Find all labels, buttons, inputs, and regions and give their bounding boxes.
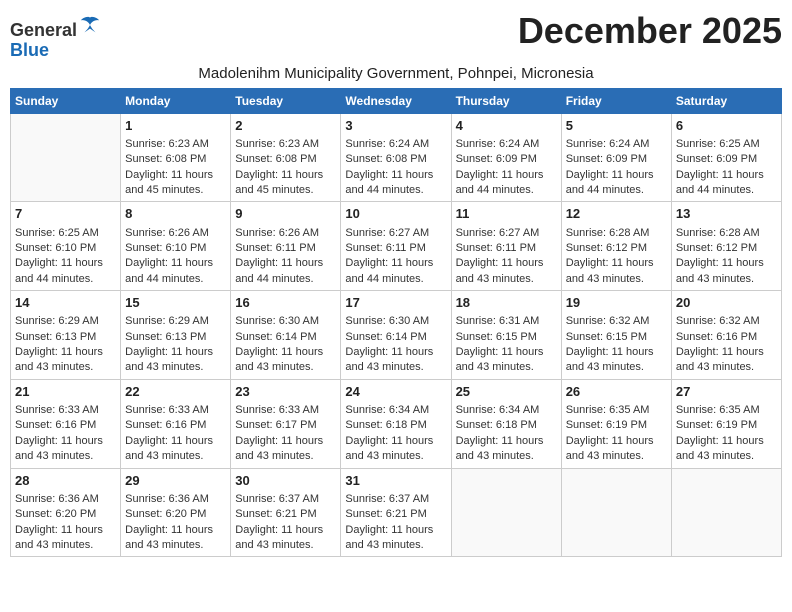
day-of-week-header: Thursday: [451, 88, 561, 113]
day-number: 1: [125, 117, 226, 135]
calendar-cell: 13Sunrise: 6:28 AMSunset: 6:12 PMDayligh…: [671, 202, 781, 291]
calendar-header-row: SundayMondayTuesdayWednesdayThursdayFrid…: [11, 88, 782, 113]
day-number: 24: [345, 383, 446, 401]
calendar-cell: 12Sunrise: 6:28 AMSunset: 6:12 PMDayligh…: [561, 202, 671, 291]
calendar-week-row: 28Sunrise: 6:36 AMSunset: 6:20 PMDayligh…: [11, 468, 782, 557]
day-number: 14: [15, 294, 116, 312]
calendar-cell: 25Sunrise: 6:34 AMSunset: 6:18 PMDayligh…: [451, 379, 561, 468]
day-number: 19: [566, 294, 667, 312]
calendar-cell: 15Sunrise: 6:29 AMSunset: 6:13 PMDayligh…: [121, 291, 231, 380]
day-number: 23: [235, 383, 336, 401]
day-of-week-header: Friday: [561, 88, 671, 113]
calendar-cell: 4Sunrise: 6:24 AMSunset: 6:09 PMDaylight…: [451, 113, 561, 202]
day-number: 27: [676, 383, 777, 401]
day-number: 12: [566, 205, 667, 223]
day-number: 2: [235, 117, 336, 135]
day-of-week-header: Tuesday: [231, 88, 341, 113]
calendar-cell: 7Sunrise: 6:25 AMSunset: 6:10 PMDaylight…: [11, 202, 121, 291]
day-number: 30: [235, 472, 336, 490]
day-number: 15: [125, 294, 226, 312]
calendar-week-row: 14Sunrise: 6:29 AMSunset: 6:13 PMDayligh…: [11, 291, 782, 380]
day-number: 13: [676, 205, 777, 223]
logo-blue-text: Blue: [10, 40, 49, 60]
calendar-cell: 31Sunrise: 6:37 AMSunset: 6:21 PMDayligh…: [341, 468, 451, 557]
day-number: 21: [15, 383, 116, 401]
calendar-cell: [11, 113, 121, 202]
logo-bird-icon: [79, 14, 101, 36]
day-number: 28: [15, 472, 116, 490]
calendar-cell: 28Sunrise: 6:36 AMSunset: 6:20 PMDayligh…: [11, 468, 121, 557]
day-number: 3: [345, 117, 446, 135]
calendar-cell: 14Sunrise: 6:29 AMSunset: 6:13 PMDayligh…: [11, 291, 121, 380]
calendar-cell: 21Sunrise: 6:33 AMSunset: 6:16 PMDayligh…: [11, 379, 121, 468]
calendar-cell: [561, 468, 671, 557]
calendar-cell: 18Sunrise: 6:31 AMSunset: 6:15 PMDayligh…: [451, 291, 561, 380]
day-number: 26: [566, 383, 667, 401]
calendar-week-row: 7Sunrise: 6:25 AMSunset: 6:10 PMDaylight…: [11, 202, 782, 291]
calendar-cell: 10Sunrise: 6:27 AMSunset: 6:11 PMDayligh…: [341, 202, 451, 291]
day-of-week-header: Saturday: [671, 88, 781, 113]
calendar-cell: 19Sunrise: 6:32 AMSunset: 6:15 PMDayligh…: [561, 291, 671, 380]
calendar-cell: 20Sunrise: 6:32 AMSunset: 6:16 PMDayligh…: [671, 291, 781, 380]
day-number: 16: [235, 294, 336, 312]
calendar-cell: [671, 468, 781, 557]
calendar-cell: 17Sunrise: 6:30 AMSunset: 6:14 PMDayligh…: [341, 291, 451, 380]
day-number: 18: [456, 294, 557, 312]
calendar-cell: 3Sunrise: 6:24 AMSunset: 6:08 PMDaylight…: [341, 113, 451, 202]
calendar-cell: 26Sunrise: 6:35 AMSunset: 6:19 PMDayligh…: [561, 379, 671, 468]
page-header: General Blue December 2025: [10, 10, 782, 61]
day-number: 17: [345, 294, 446, 312]
day-number: 8: [125, 205, 226, 223]
day-of-week-header: Wednesday: [341, 88, 451, 113]
calendar-cell: 6Sunrise: 6:25 AMSunset: 6:09 PMDaylight…: [671, 113, 781, 202]
day-number: 5: [566, 117, 667, 135]
calendar-cell: 8Sunrise: 6:26 AMSunset: 6:10 PMDaylight…: [121, 202, 231, 291]
calendar-cell: [451, 468, 561, 557]
day-of-week-header: Sunday: [11, 88, 121, 113]
calendar-cell: 22Sunrise: 6:33 AMSunset: 6:16 PMDayligh…: [121, 379, 231, 468]
logo-general-text: General: [10, 20, 77, 40]
calendar-cell: 2Sunrise: 6:23 AMSunset: 6:08 PMDaylight…: [231, 113, 341, 202]
calendar-cell: 1Sunrise: 6:23 AMSunset: 6:08 PMDaylight…: [121, 113, 231, 202]
day-number: 31: [345, 472, 446, 490]
day-number: 11: [456, 205, 557, 223]
month-title: December 2025: [518, 10, 782, 52]
day-number: 4: [456, 117, 557, 135]
day-number: 6: [676, 117, 777, 135]
calendar-cell: 9Sunrise: 6:26 AMSunset: 6:11 PMDaylight…: [231, 202, 341, 291]
day-number: 29: [125, 472, 226, 490]
day-number: 22: [125, 383, 226, 401]
day-number: 7: [15, 205, 116, 223]
calendar-cell: 5Sunrise: 6:24 AMSunset: 6:09 PMDaylight…: [561, 113, 671, 202]
calendar-cell: 27Sunrise: 6:35 AMSunset: 6:19 PMDayligh…: [671, 379, 781, 468]
calendar-cell: 11Sunrise: 6:27 AMSunset: 6:11 PMDayligh…: [451, 202, 561, 291]
day-of-week-header: Monday: [121, 88, 231, 113]
calendar-cell: 16Sunrise: 6:30 AMSunset: 6:14 PMDayligh…: [231, 291, 341, 380]
calendar-subtitle: Madolenihm Municipality Government, Pohn…: [10, 65, 782, 82]
calendar-week-row: 21Sunrise: 6:33 AMSunset: 6:16 PMDayligh…: [11, 379, 782, 468]
calendar-cell: 29Sunrise: 6:36 AMSunset: 6:20 PMDayligh…: [121, 468, 231, 557]
day-number: 20: [676, 294, 777, 312]
calendar-cell: 23Sunrise: 6:33 AMSunset: 6:17 PMDayligh…: [231, 379, 341, 468]
calendar-table: SundayMondayTuesdayWednesdayThursdayFrid…: [10, 88, 782, 558]
day-number: 10: [345, 205, 446, 223]
calendar-cell: 24Sunrise: 6:34 AMSunset: 6:18 PMDayligh…: [341, 379, 451, 468]
calendar-week-row: 1Sunrise: 6:23 AMSunset: 6:08 PMDaylight…: [11, 113, 782, 202]
calendar-cell: 30Sunrise: 6:37 AMSunset: 6:21 PMDayligh…: [231, 468, 341, 557]
logo: General Blue: [10, 14, 101, 61]
day-number: 9: [235, 205, 336, 223]
day-number: 25: [456, 383, 557, 401]
